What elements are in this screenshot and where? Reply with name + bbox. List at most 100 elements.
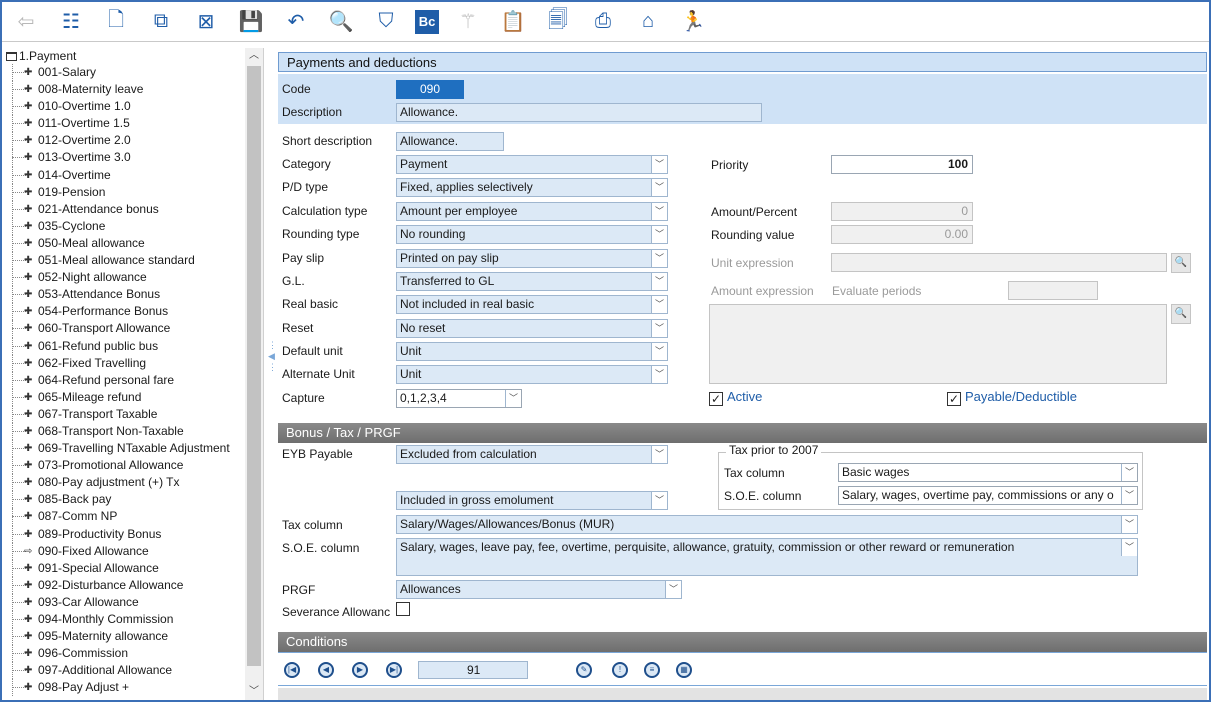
alert-icon[interactable]: ! <box>612 662 628 678</box>
priority-field[interactable]: 100 <box>831 155 973 174</box>
pay-slip-select[interactable]: Printed on pay slip ﹀ <box>396 249 668 268</box>
record-number-field[interactable]: 91 <box>418 661 528 679</box>
tree-item[interactable]: ✚ 052-Night allowance <box>2 269 246 287</box>
tree-item[interactable]: ✚ 062-Fixed Travelling <box>2 354 246 372</box>
reset-select[interactable]: No reset ﹀ <box>396 319 668 338</box>
tree-item[interactable]: ✚ 013-Overtime 3.0 <box>2 149 246 167</box>
short-description-field[interactable]: Allowance. <box>396 132 504 151</box>
chevron-down-icon[interactable]: ﹀ <box>1121 539 1137 556</box>
tree-item[interactable]: ✚ 097-Additional Allowance <box>2 662 246 680</box>
tree-item[interactable]: ✚ 091-Special Allowance <box>2 559 246 577</box>
amount-percent-field[interactable]: 0 <box>831 202 973 221</box>
save-icon[interactable]: 💾 <box>235 6 267 38</box>
chevron-down-icon[interactable]: ﹀ <box>651 250 667 267</box>
category-select[interactable]: Payment ﹀ <box>396 155 668 174</box>
next-record-icon[interactable]: ▶ <box>352 662 368 678</box>
edit-record-icon[interactable]: ✎ <box>576 662 592 678</box>
code-field[interactable]: 090 <box>396 80 464 99</box>
default-unit-select[interactable]: Unit ﹀ <box>396 342 668 361</box>
print-icon[interactable]: ⎙ <box>587 6 619 38</box>
tree-item[interactable]: ⇨ 090-Fixed Allowance <box>2 542 246 560</box>
tree-item[interactable]: ✚ 098-Pay Adjust + <box>2 679 246 697</box>
tree-item[interactable]: ✚ 064-Refund personal fare <box>2 371 246 389</box>
filter-icon[interactable]: ⛉ <box>370 6 402 38</box>
preview-icon[interactable]: 🗐 <box>542 6 574 38</box>
tree-item[interactable]: ✚ 094-Monthly Commission <box>2 611 246 629</box>
tree-item[interactable]: ✚ 095-Maternity allowance <box>2 628 246 646</box>
tree-item[interactable]: ✚ 092-Disturbance Allowance <box>2 576 246 594</box>
tree-item[interactable]: ✚ 012-Overtime 2.0 <box>2 132 246 150</box>
tree-item[interactable]: ✚ 069-Travelling NTaxable Adjustment <box>2 440 246 458</box>
tree-item[interactable]: ✚ 051-Meal allowance standard <box>2 252 246 270</box>
chevron-down-icon[interactable]: ﹀ <box>651 296 667 313</box>
splitter-handle[interactable]: ⋮ ◀ ⋮ <box>268 340 277 400</box>
list-icon[interactable]: ≡ <box>644 662 660 678</box>
delete-document-icon[interactable]: ⊠ <box>190 6 222 38</box>
unit-expression-lookup-icon[interactable]: 🔍 <box>1171 253 1191 273</box>
magic-wand-icon[interactable]: ⚚ <box>452 6 484 38</box>
tree-item[interactable]: ✚ 093-Car Allowance <box>2 593 246 611</box>
tree-item[interactable]: ✚ 061-Refund public bus <box>2 337 246 355</box>
horizontal-scrollbar[interactable] <box>278 688 1207 700</box>
grid-icon[interactable]: ▦ <box>676 662 692 678</box>
chevron-down-icon[interactable]: ﹀ <box>651 343 667 360</box>
chevron-down-icon[interactable]: ﹀ <box>1121 487 1137 504</box>
gross-emolument-select[interactable]: Included in gross emolument ﹀ <box>396 491 668 510</box>
tax-prior-tax-select[interactable]: Basic wages ﹀ <box>838 463 1138 482</box>
pd-type-select[interactable]: Fixed, applies selectively ﹀ <box>396 178 668 197</box>
tree-scrollbar[interactable]: ︿ ﹀ <box>245 48 263 700</box>
payable-deductible-checkbox[interactable]: ✓ Payable/Deductible <box>947 389 1077 406</box>
severance-checkbox[interactable] <box>396 602 414 617</box>
prgf-select[interactable]: Allowances ﹀ <box>396 580 682 599</box>
last-record-icon[interactable]: ▶| <box>386 662 402 678</box>
tree-item[interactable]: ✚ 054-Performance Bonus <box>2 303 246 321</box>
chevron-down-icon[interactable]: ﹀ <box>665 581 681 598</box>
undo-icon[interactable]: ↶ <box>280 6 312 38</box>
rounding-type-select[interactable]: No rounding ﹀ <box>396 225 668 244</box>
tree-item[interactable]: ✚ 073-Promotional Allowance <box>2 457 246 475</box>
tree-item[interactable]: ✚ 011-Overtime 1.5 <box>2 115 246 133</box>
chevron-down-icon[interactable]: ﹀ <box>651 492 667 509</box>
tree-item[interactable]: ✚ 080-Pay adjustment (+) Tx <box>2 474 246 492</box>
chevron-down-icon[interactable]: ﹀ <box>651 320 667 337</box>
chevron-down-icon[interactable]: ﹀ <box>651 273 667 290</box>
real-basic-select[interactable]: Not included in real basic ﹀ <box>396 295 668 314</box>
evaluate-periods-field[interactable] <box>1008 281 1098 300</box>
scroll-thumb[interactable] <box>247 66 261 666</box>
tree-item[interactable]: ✚ 008-Maternity leave <box>2 81 246 99</box>
first-record-icon[interactable]: |◀ <box>284 662 300 678</box>
previous-record-icon[interactable]: ◀ <box>318 662 334 678</box>
capture-select[interactable]: 0,1,2,3,4 ﹀ <box>396 389 522 408</box>
tree-item[interactable]: ✚ 021-Attendance bonus <box>2 200 246 218</box>
gl-select[interactable]: Transferred to GL ﹀ <box>396 272 668 291</box>
description-field[interactable]: Allowance. <box>396 103 762 122</box>
alternate-unit-select[interactable]: Unit ﹀ <box>396 365 668 384</box>
chevron-down-icon[interactable]: ﹀ <box>651 226 667 243</box>
home-icon[interactable]: ⌂ <box>632 6 664 38</box>
search-icon[interactable]: 🔍 <box>325 6 357 38</box>
active-checkbox[interactable]: ✓ Active <box>709 389 762 406</box>
tax-column-select[interactable]: Salary/Wages/Allowances/Bonus (MUR) ﹀ <box>396 515 1138 534</box>
tree-item[interactable]: ✚ 085-Back pay <box>2 491 246 509</box>
tree-item[interactable]: ✚ 001-Salary <box>2 64 246 82</box>
chevron-down-icon[interactable]: ﹀ <box>1121 516 1137 533</box>
rounding-value-field[interactable]: 0.00 <box>831 225 973 244</box>
tree-item[interactable]: ✚ 014-Overtime <box>2 166 246 184</box>
tree-item[interactable]: ✚ 068-Transport Non-Taxable <box>2 422 246 441</box>
tree-item[interactable]: ✚ 067-Transport Taxable <box>2 405 246 423</box>
back-arrow-icon[interactable]: ⇦ <box>10 6 42 38</box>
tree-item[interactable]: ✚ 089-Productivity Bonus <box>2 525 246 543</box>
tree-item[interactable]: ✚ 010-Overtime 1.0 <box>2 98 246 116</box>
chevron-down-icon[interactable]: ﹀ <box>651 446 667 463</box>
exit-runner-icon[interactable]: 🏃 <box>677 6 709 38</box>
chevron-down-icon[interactable]: ﹀ <box>245 684 263 700</box>
chevron-down-icon[interactable]: ﹀ <box>651 156 667 173</box>
amount-expression-lookup-icon[interactable]: 🔍 <box>1171 304 1191 324</box>
tree-item[interactable]: ✚ 053-Attendance Bonus <box>2 286 246 304</box>
tax-prior-soe-select[interactable]: Salary, wages, overtime pay, commissions… <box>838 486 1138 505</box>
amount-expression-textarea[interactable] <box>709 304 1167 384</box>
b-c-icon[interactable]: Bc <box>415 9 439 34</box>
chevron-down-icon[interactable]: ﹀ <box>651 366 667 383</box>
tree-item[interactable]: ✚ 050-Meal allowance <box>2 234 246 253</box>
chevron-down-icon[interactable]: ﹀ <box>1121 464 1137 481</box>
